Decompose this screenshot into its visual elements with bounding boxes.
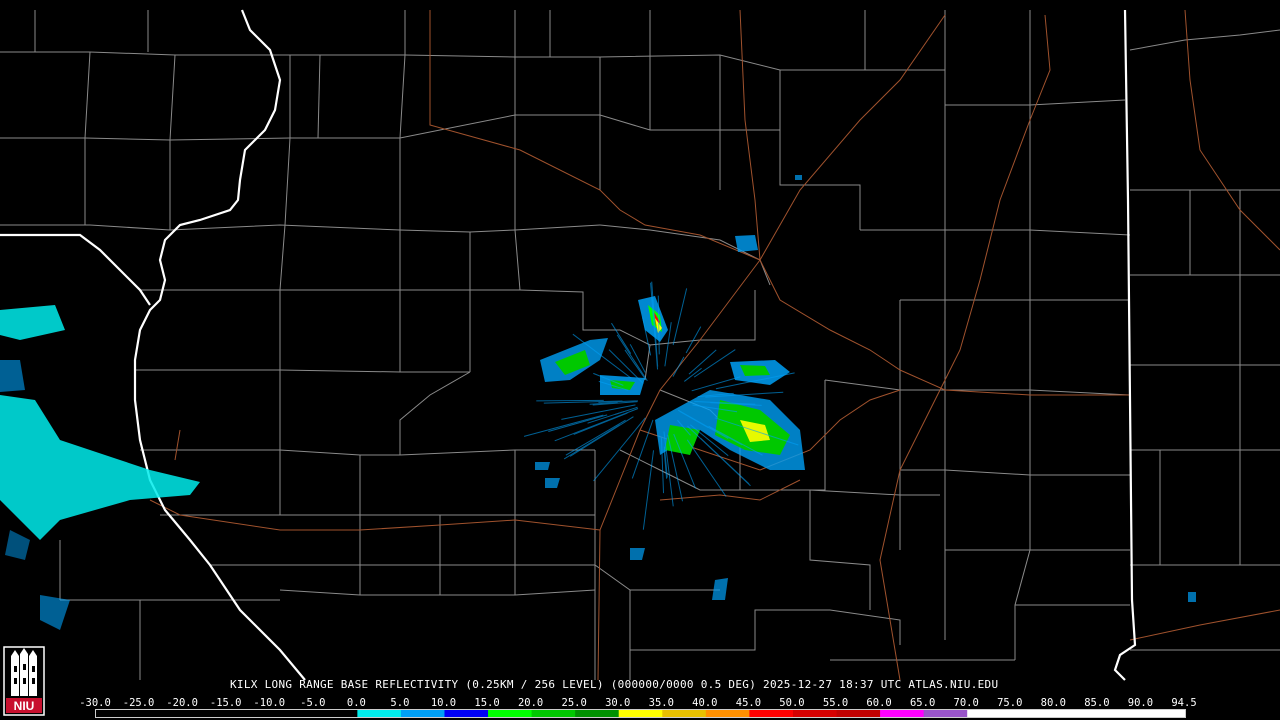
- county-boundaries: [0, 10, 1280, 680]
- clutter-spoke: [593, 417, 646, 482]
- clutter-spoke: [523, 414, 604, 437]
- colorbar-segment: [226, 710, 271, 717]
- colorbar-segment: [575, 710, 620, 717]
- colorbar-segment: [836, 710, 881, 717]
- scale-label: 45.0: [735, 697, 762, 709]
- scale-label: 20.0: [517, 697, 544, 709]
- colorbar-segment: [1054, 710, 1099, 717]
- highways: [149, 9, 1280, 681]
- reflectivity-colorbar: [95, 709, 1186, 718]
- clutter-spoke: [688, 349, 717, 375]
- colorbar-segment: [96, 710, 141, 717]
- clutter-spoke: [672, 356, 685, 377]
- scale-label: 30.0: [605, 697, 631, 709]
- scale-label: 50.0: [779, 697, 805, 709]
- scale-label: 40.0: [692, 697, 718, 709]
- colorbar-segment: [313, 710, 358, 717]
- colorbar-segment: [1097, 710, 1142, 717]
- scale-label: 90.0: [1127, 697, 1154, 709]
- colorbar-segment: [705, 710, 750, 717]
- scale-label: -30.0: [79, 697, 111, 709]
- niu-logo: NIU: [3, 646, 45, 716]
- clutter-spoke: [657, 295, 660, 355]
- scale-label: 10.0: [430, 697, 457, 709]
- scale-label: 0.0: [346, 697, 366, 709]
- clutter-spoke: [611, 322, 632, 354]
- colorbar-segment: [357, 710, 402, 717]
- colorbar-segment: [749, 710, 794, 717]
- colorbar-segment: [1010, 710, 1055, 717]
- colorbar-segment: [967, 710, 1012, 717]
- radar-echoes: [0, 175, 1196, 630]
- scale-label: 85.0: [1084, 697, 1110, 709]
- scale-label: 5.0: [390, 697, 410, 709]
- colorbar-segment: [1141, 710, 1185, 717]
- colorbar-segment: [618, 710, 663, 717]
- colorbar-segment: [270, 710, 315, 717]
- clutter-spoke: [686, 439, 727, 497]
- colorbar-segment: [488, 710, 533, 717]
- colorbar-segment: [662, 710, 707, 717]
- colorbar-segment: [531, 710, 576, 717]
- clutter-spoke: [693, 349, 736, 378]
- scale-label: -15.0: [209, 697, 242, 709]
- radar-map: [0, 9, 1280, 681]
- product-title: KILX LONG RANGE BASE REFLECTIVITY (0.25K…: [230, 678, 999, 691]
- clutter-spoke: [631, 419, 654, 479]
- scale-label: 70.0: [953, 697, 979, 709]
- colorbar-segment: [792, 710, 838, 717]
- scale-label: 75.0: [997, 697, 1023, 709]
- state-boundaries: [0, 9, 1137, 681]
- clutter-spoke: [548, 414, 608, 432]
- scale-label: 25.0: [561, 697, 587, 709]
- colorbar-segment: [139, 710, 184, 717]
- reflectivity-scale-labels: -30.0 -25.0 -20.0 -15.0 -10.0 -5.0 0.0 5.0 10.0 1…: [79, 697, 1196, 709]
- clutter-spoke: [672, 288, 688, 346]
- colorbar-segment: [923, 710, 968, 717]
- niu-logo-text: NIU: [14, 699, 35, 713]
- clutter-spoke: [563, 424, 621, 460]
- scale-label: 35.0: [648, 697, 674, 709]
- scale-label: -25.0: [122, 697, 155, 709]
- scale-label: 94.5: [1171, 697, 1197, 709]
- scale-label: -10.0: [253, 697, 286, 709]
- scale-label: 55.0: [822, 697, 849, 709]
- scale-label: 65.0: [909, 697, 936, 709]
- colorbar-segment: [400, 710, 445, 717]
- scale-label: 15.0: [474, 697, 500, 709]
- scale-label: -5.0: [300, 697, 326, 709]
- colorbar-segment: [183, 710, 228, 717]
- scale-label: -20.0: [166, 697, 198, 709]
- scale-label: 60.0: [866, 697, 892, 709]
- colorbar-segment: [880, 710, 925, 717]
- colorbar-segment: [444, 710, 489, 717]
- scale-label: 80.0: [1040, 697, 1066, 709]
